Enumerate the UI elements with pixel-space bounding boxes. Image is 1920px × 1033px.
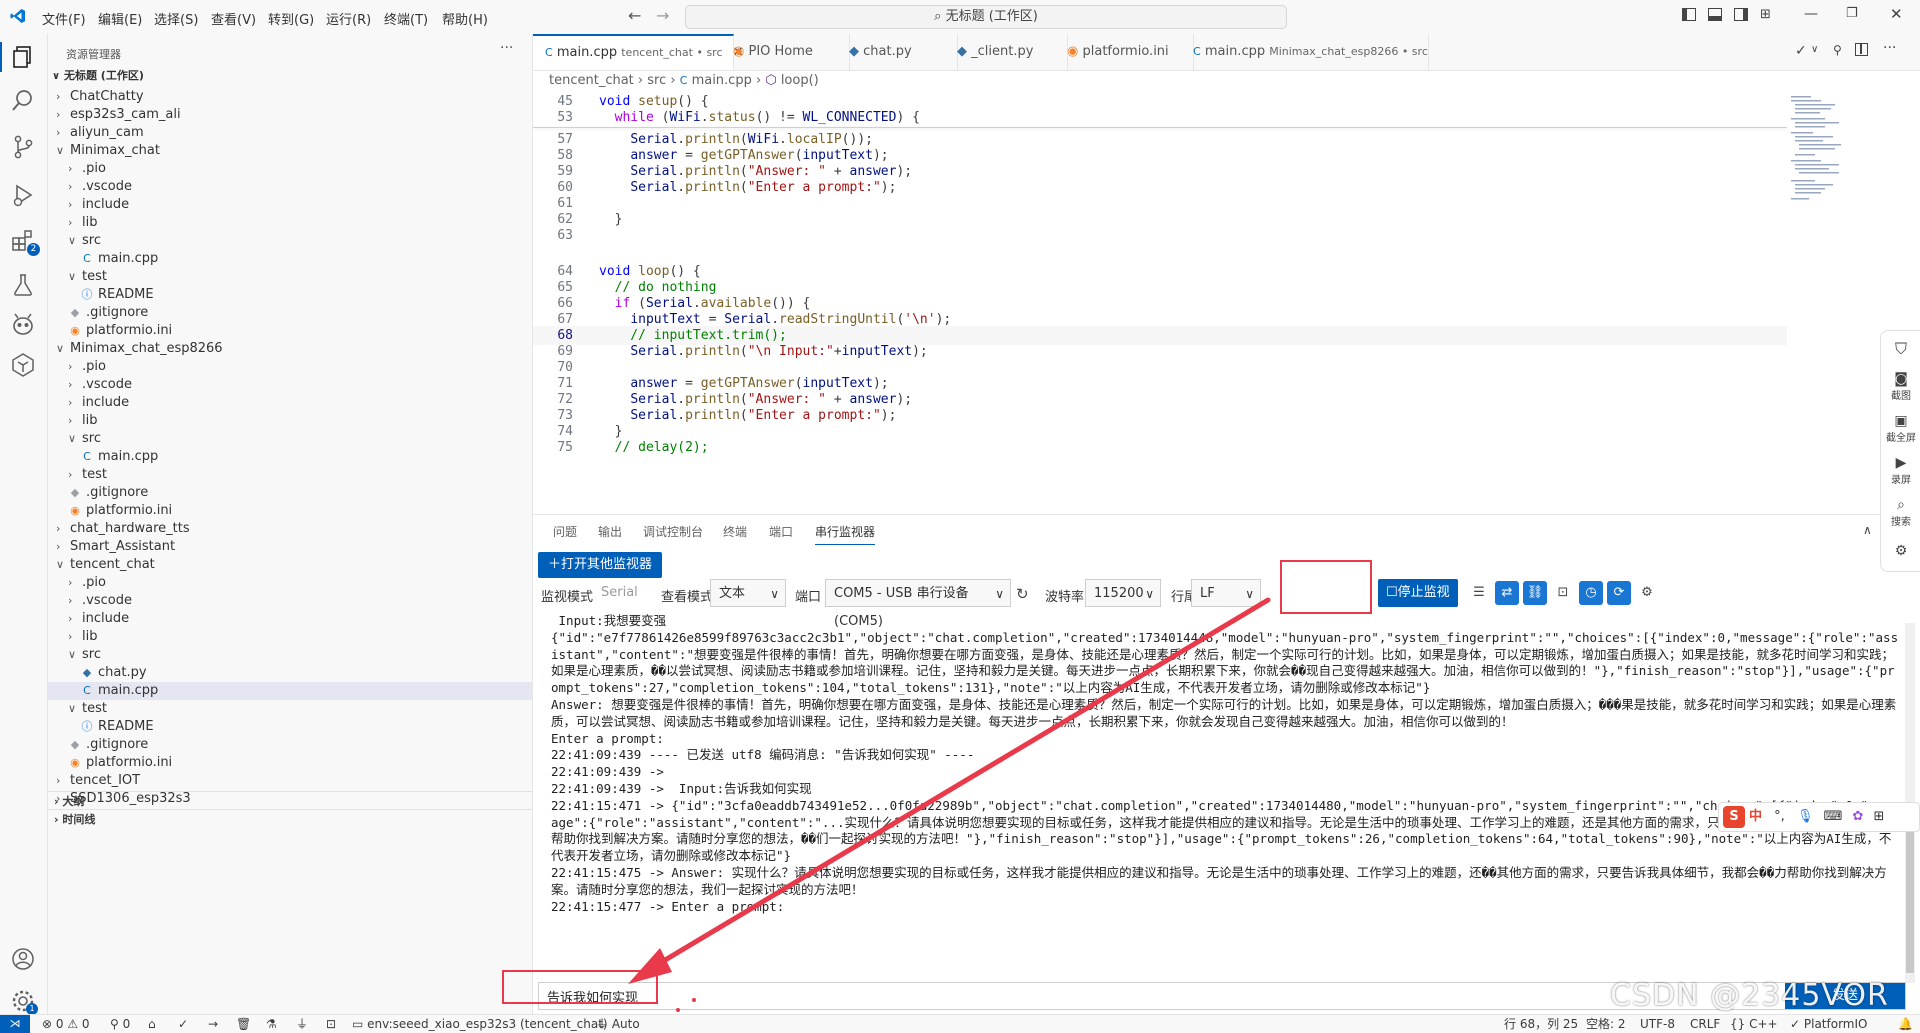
watermark: CSDN @2345VOR xyxy=(1610,978,1889,1013)
annotation-arrow xyxy=(628,597,1271,1012)
